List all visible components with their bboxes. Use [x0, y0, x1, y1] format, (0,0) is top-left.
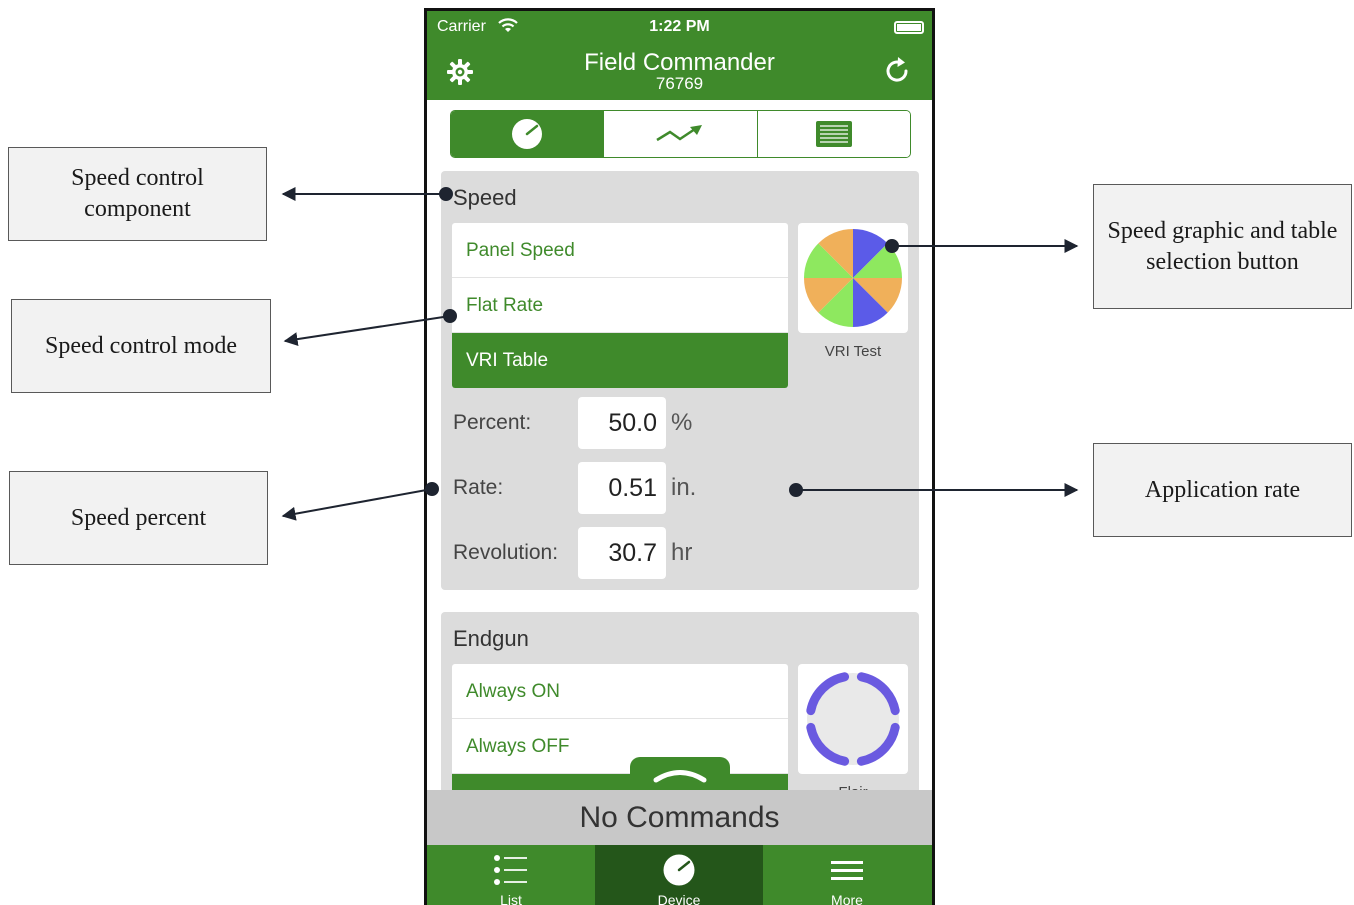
connector-dot	[425, 482, 439, 496]
connector-dot	[443, 309, 457, 323]
annotation-connectors	[281, 187, 1079, 521]
connector-dot	[439, 187, 453, 201]
connector-dot	[789, 483, 803, 497]
connector-dot	[885, 239, 899, 253]
connector-speed-percent	[281, 488, 433, 521]
connector-speed-mode	[283, 315, 451, 347]
